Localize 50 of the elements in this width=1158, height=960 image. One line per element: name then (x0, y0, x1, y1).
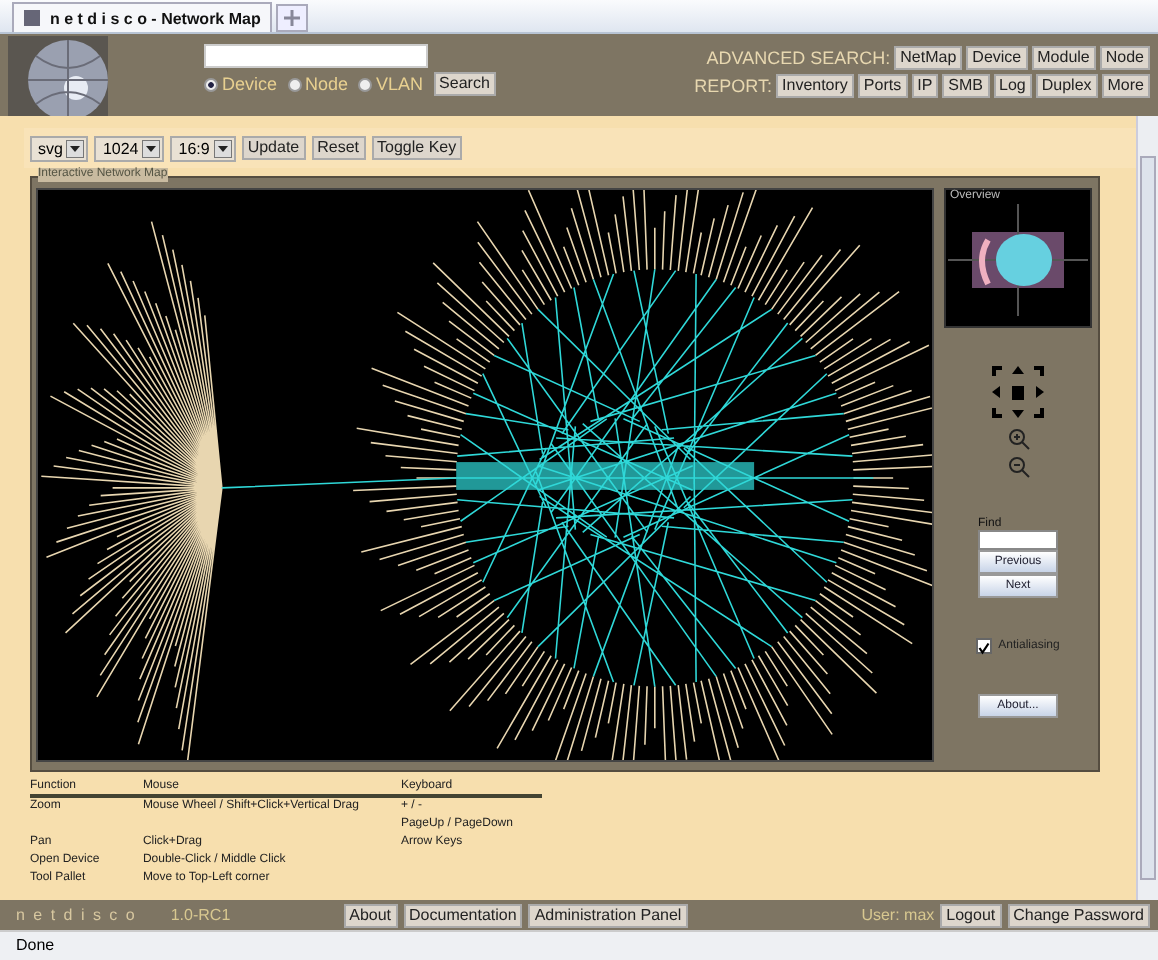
radio-button[interactable] (287, 77, 302, 91)
nav-button[interactable]: Ports (857, 74, 908, 98)
footer-button[interactable]: About (343, 903, 398, 927)
pan-control-icon[interactable] (990, 364, 1046, 420)
version-label: 1.0-RC1 (170, 906, 231, 924)
zoom-out-icon[interactable] (1007, 456, 1029, 478)
page-icon (22, 8, 42, 28)
dropdown-arrow-icon (213, 139, 232, 157)
nav-button[interactable]: NetMap (894, 46, 963, 70)
nav-button[interactable]: SMB (942, 74, 989, 98)
brand-name: n e t d i s c o (16, 906, 137, 924)
toolbar-button[interactable]: Update (241, 136, 306, 160)
toolbar-button[interactable]: Toggle Key (371, 136, 463, 160)
nav-button[interactable]: More (1101, 74, 1150, 98)
dropdown[interactable]: svg (30, 135, 89, 161)
radio-button[interactable] (358, 77, 373, 91)
overview-drawing (948, 204, 1088, 316)
find-field[interactable] (978, 530, 1058, 550)
checkbox[interactable] (976, 638, 993, 654)
section-label: ADVANCED SEARCH: (706, 48, 891, 68)
globe-logo (8, 36, 108, 116)
nav-button[interactable]: IP (911, 74, 939, 98)
toolbar-button[interactable]: Reset (311, 136, 366, 160)
radio-button[interactable] (204, 77, 218, 91)
scrollbar[interactable] (1136, 116, 1158, 900)
dropdown[interactable]: 16:9 (170, 135, 236, 161)
nav-button[interactable]: Node (1099, 46, 1150, 70)
section-label: REPORT: (694, 76, 773, 96)
search-field[interactable] (204, 44, 428, 68)
search-button[interactable]: Search (433, 72, 496, 96)
dropdown-arrow-icon (142, 139, 161, 157)
nav-button[interactable]: Duplex (1035, 74, 1098, 98)
browser-tab[interactable]: n e t d i s c o - Network Map (12, 2, 272, 32)
footer-button[interactable]: Documentation (403, 903, 523, 927)
scroll-thumb[interactable] (1140, 156, 1156, 880)
dropdown[interactable]: 1024 (94, 135, 165, 161)
nav-button[interactable]: Inventory (776, 74, 854, 98)
status-bar: Done (0, 930, 1158, 960)
new-tab-button[interactable] (276, 4, 308, 32)
checkmark-icon (978, 640, 991, 656)
nav-button[interactable]: Module (1031, 46, 1096, 70)
footer-button[interactable]: Change Password (1007, 903, 1150, 927)
user-label: User: max (861, 906, 935, 924)
zoom-in-icon[interactable] (1007, 428, 1029, 450)
nav-button[interactable]: Device (966, 46, 1028, 70)
nav-button[interactable]: Log (993, 74, 1032, 98)
dropdown-arrow-icon (66, 139, 85, 157)
footer-button[interactable]: Logout (940, 903, 1002, 927)
footer-button[interactable]: Administration Panel (528, 903, 688, 927)
plus-icon (284, 10, 300, 26)
